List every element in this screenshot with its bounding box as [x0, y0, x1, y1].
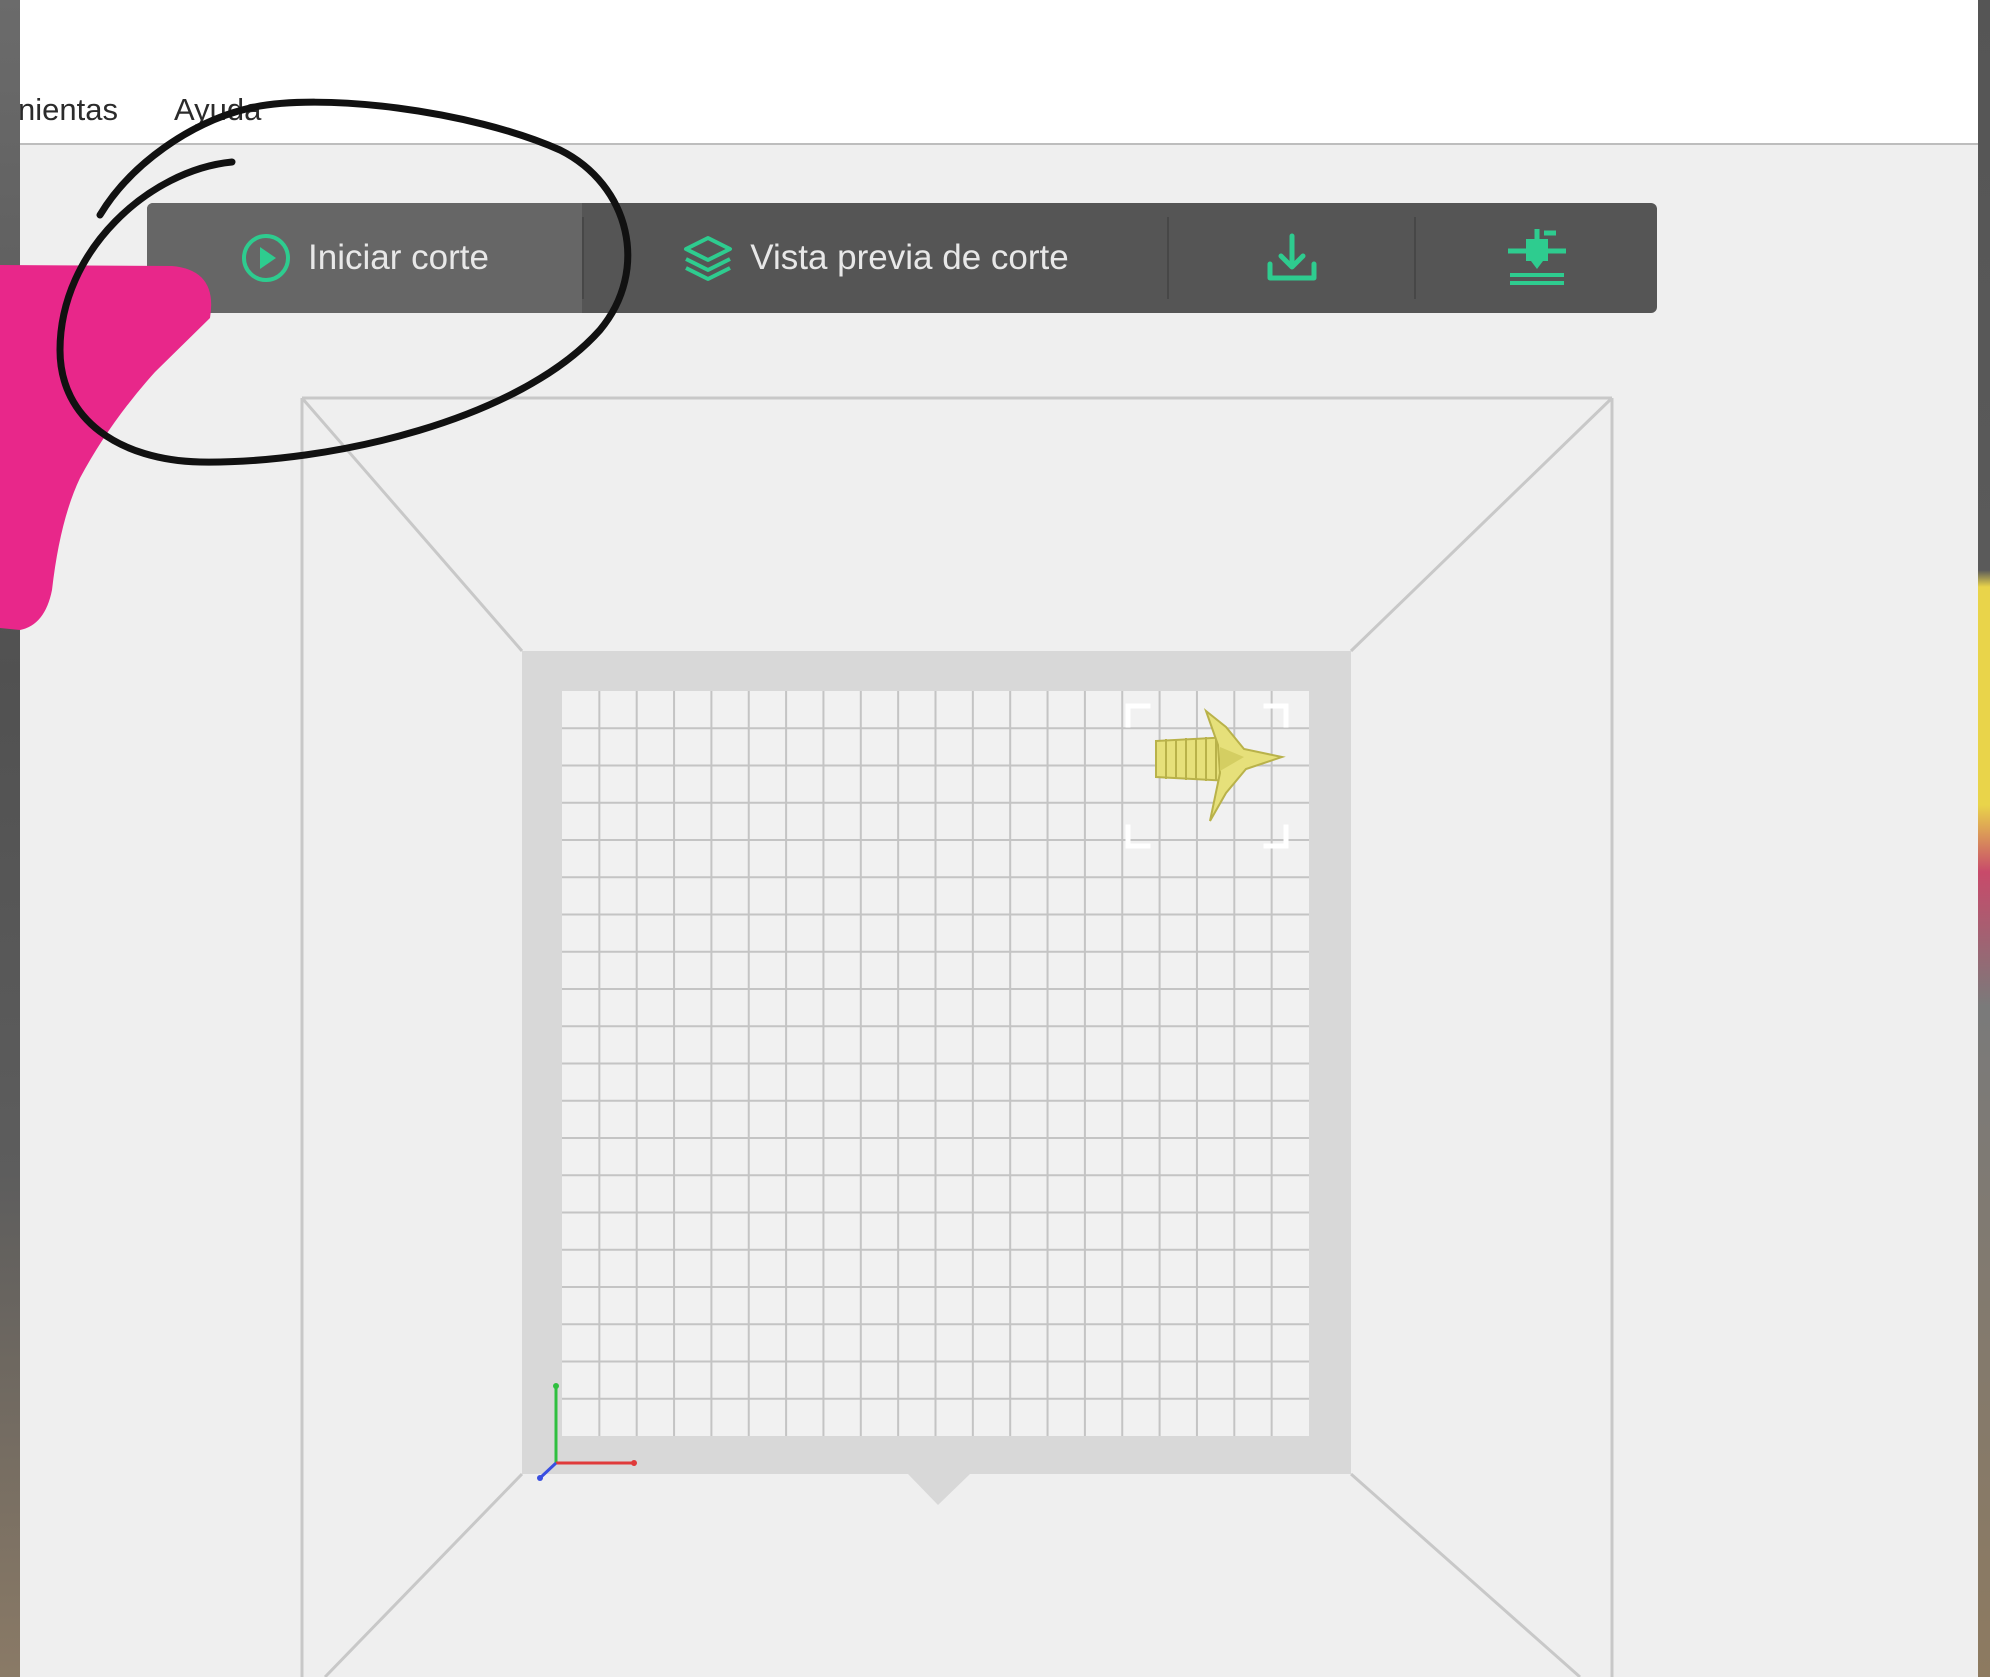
desktop-background-left — [0, 0, 20, 1677]
desktop-background-right — [1978, 0, 1990, 1677]
plate-grid — [562, 691, 1309, 1436]
menu-area: nientas Ayuda — [20, 0, 1978, 145]
3d-viewport[interactable] — [20, 145, 1978, 1677]
menu-item-herramientas[interactable]: nientas — [20, 92, 118, 128]
menu-item-ayuda[interactable]: Ayuda — [174, 92, 261, 128]
slicer-app-window: nientas Ayuda Iniciar corte Vista previa… — [20, 0, 1978, 1677]
